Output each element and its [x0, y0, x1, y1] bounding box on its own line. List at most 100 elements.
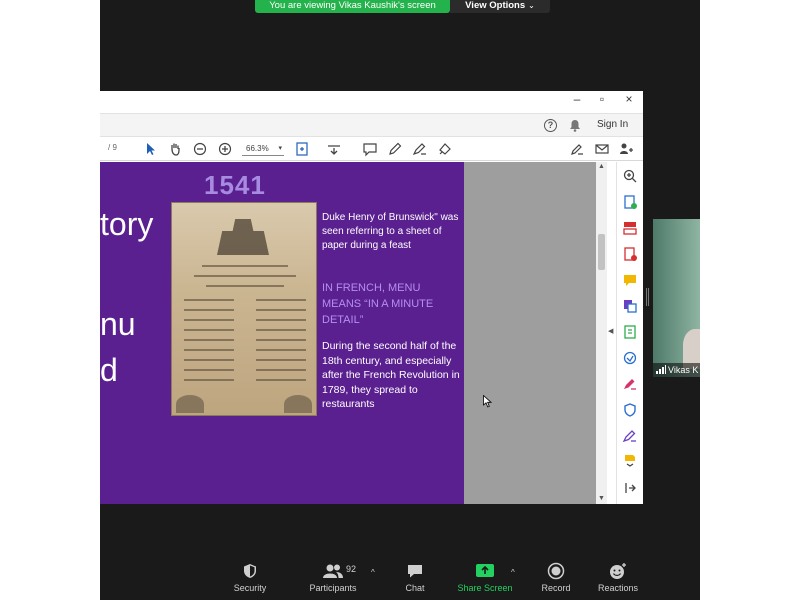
menu-text-line: [184, 299, 234, 301]
meeting-controls-toolbar: Security Participants 92 ^ Chat Share Sc…: [100, 556, 700, 600]
notification-bell-icon[interactable]: [569, 119, 581, 132]
menu-text-line: [184, 359, 234, 361]
menu-text-line: [256, 349, 306, 351]
pen-icon[interactable]: [387, 141, 403, 157]
comment-icon[interactable]: [362, 141, 378, 157]
historic-menu-image: [171, 202, 317, 416]
share-screen-icon: [476, 564, 494, 577]
zoom-in-icon[interactable]: [217, 141, 233, 157]
sign-in-link[interactable]: Sign In: [597, 119, 628, 130]
export-pdf-icon[interactable]: [622, 194, 638, 210]
share-screen-button[interactable]: Share Screen: [454, 562, 516, 593]
menu-text-line: [256, 309, 306, 311]
more-tools-icon[interactable]: [622, 452, 638, 468]
screen-share-banner: You are viewing Vikas Kaushik's screen: [255, 0, 450, 13]
menu-engraving: [217, 219, 269, 255]
share-user-icon[interactable]: [618, 141, 634, 157]
security-label: Security: [233, 583, 267, 593]
menu-text-line: [256, 329, 306, 331]
view-options-button[interactable]: View Options ⌄: [450, 0, 550, 13]
document-view[interactable]: tory nu d 1541 Duke Henry of Brunswick" …: [100, 162, 596, 504]
chat-icon: [408, 565, 422, 578]
menu-text-line: [256, 359, 306, 361]
scroll-mode-icon[interactable]: [326, 141, 342, 157]
share-options-caret-icon[interactable]: ^: [511, 568, 515, 577]
reactions-button[interactable]: Reactions: [595, 562, 641, 593]
scrollbar-thumb[interactable]: [598, 234, 605, 270]
menu-text-line: [184, 339, 234, 341]
menu-text-line: [256, 339, 306, 341]
maximize-button[interactable]: ▫: [595, 92, 609, 108]
record-icon: [547, 562, 565, 580]
chevron-down-icon: ⌄: [528, 1, 535, 10]
reactions-label: Reactions: [597, 583, 639, 593]
help-icon[interactable]: ?: [544, 119, 557, 132]
menu-text-line: [184, 379, 234, 381]
chat-button[interactable]: Chat: [397, 562, 433, 593]
menu-text-line: [256, 319, 306, 321]
create-pdf-icon[interactable]: [622, 246, 638, 262]
stamp-tool-icon[interactable]: [437, 141, 453, 157]
menu-text-line: [184, 309, 234, 311]
slide-year-heading: 1541: [204, 170, 266, 200]
window-title-bar: – ▫ ×: [100, 91, 643, 113]
menu-text-line: [184, 319, 234, 321]
participants-label: Participants: [309, 583, 357, 593]
view-options-label: View Options: [465, 0, 526, 11]
menu-text-line: [184, 329, 234, 331]
slide-left-word-1: tory: [100, 206, 154, 242]
zoom-level-value: 66.3%: [246, 144, 269, 153]
slide-left-word-3: d: [100, 352, 118, 388]
menu-ornament: [176, 395, 204, 413]
scroll-up-icon[interactable]: ▲: [596, 162, 607, 172]
menu-text-line: [256, 299, 306, 301]
zoom-level-select[interactable]: 66.3% ▾: [242, 142, 284, 156]
page-count: / 9: [108, 143, 117, 152]
edit-pdf-icon[interactable]: [622, 324, 638, 340]
menu-text-line: [184, 369, 234, 371]
security-button[interactable]: Security: [230, 562, 270, 593]
pdf-toolbar: / 9 66.3% ▾: [100, 137, 643, 161]
participants-count: 92: [346, 564, 357, 574]
zoom-in-icon[interactable]: [622, 168, 638, 184]
menu-text-line: [256, 369, 306, 371]
menu-text-line: [256, 379, 306, 381]
send-for-review-icon[interactable]: [622, 350, 638, 366]
window-menu-bar: ? Sign In: [100, 113, 643, 137]
select-cursor-icon[interactable]: [143, 141, 159, 157]
scroll-down-icon[interactable]: ▼: [596, 494, 607, 504]
expand-pane-icon[interactable]: [622, 480, 638, 496]
slide-paragraph-3: During the second half of the 18th centu…: [322, 340, 460, 410]
menu-text-line: [202, 265, 288, 267]
minimize-button[interactable]: –: [570, 92, 584, 108]
screenshot-stage: You are viewing Vikas Kaushik's screen V…: [0, 0, 800, 600]
participant-video-thumbnail[interactable]: Vikas K: [653, 219, 700, 377]
participants-icon: [323, 564, 343, 578]
record-button[interactable]: Record: [535, 562, 577, 593]
shared-pdf-window: – ▫ × ? Sign In / 9 66.3% ▾ tory nu d 15…: [100, 91, 643, 504]
edit-pdf-icon[interactable]: [569, 141, 585, 157]
participants-options-caret-icon[interactable]: ^: [371, 568, 375, 577]
fill-sign-icon[interactable]: [622, 376, 638, 392]
protect-icon[interactable]: [622, 402, 638, 418]
hand-tool-icon[interactable]: [167, 141, 183, 157]
comment-icon[interactable]: [622, 272, 638, 288]
panel-resize-handle[interactable]: [646, 288, 649, 306]
vertical-scrollbar[interactable]: ▲ ▼: [596, 162, 607, 504]
fit-page-icon[interactable]: [294, 141, 310, 157]
zoom-out-icon[interactable]: [192, 141, 208, 157]
fill-sign-icon[interactable]: [412, 141, 428, 157]
screen-share-banner-text: You are viewing Vikas Kaushik's screen: [269, 0, 436, 11]
chevron-down-icon: ▾: [278, 145, 282, 152]
menu-text-line: [194, 275, 296, 277]
collapse-pane-icon[interactable]: ◀: [608, 327, 613, 335]
organize-pages-icon[interactable]: [622, 220, 638, 236]
presentation-slide: tory nu d 1541 Duke Henry of Brunswick" …: [100, 162, 464, 504]
participant-name: Vikas K: [668, 365, 699, 375]
sign-icon[interactable]: [622, 428, 638, 444]
email-icon[interactable]: [594, 141, 610, 157]
slide-paragraph-1: Duke Henry of Brunswick" was seen referr…: [322, 212, 459, 251]
combine-files-icon[interactable]: [622, 298, 638, 314]
close-window-button[interactable]: ×: [622, 92, 636, 108]
menu-text-line: [206, 285, 284, 287]
